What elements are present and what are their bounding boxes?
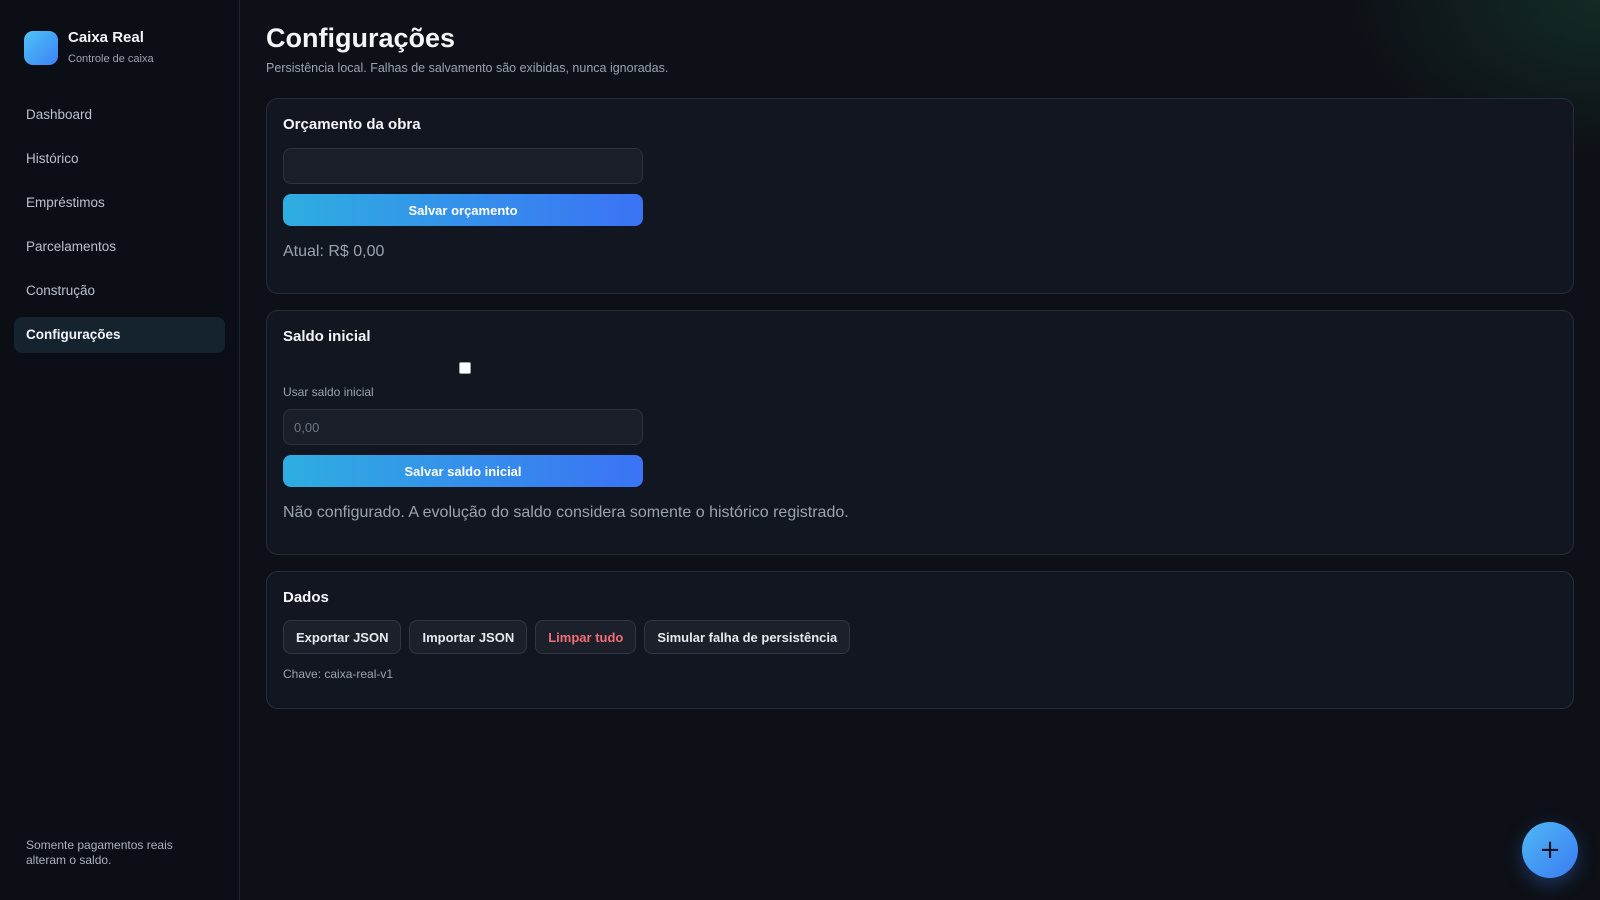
sidebar: Caixa Real Controle de caixa Dashboard H… [0, 0, 240, 900]
add-button[interactable]: + [1522, 822, 1578, 878]
app-root: Caixa Real Controle de caixa Dashboard H… [0, 0, 1600, 900]
initial-balance-input[interactable] [283, 409, 643, 445]
use-initial-balance-label: Usar saldo inicial [283, 385, 374, 399]
sidebar-item-historico[interactable]: Histórico [14, 141, 225, 177]
page-subtitle: Persistência local. Falhas de salvamento… [266, 61, 669, 75]
use-initial-balance-checkbox[interactable] [459, 362, 471, 374]
page-title: Configurações [266, 23, 456, 53]
initial-balance-card: Saldo inicial Usar saldo inicial Salvar … [266, 310, 1574, 555]
budget-card-title: Orçamento da obra [283, 116, 421, 133]
sidebar-item-emprestimos[interactable]: Empréstimos [14, 185, 225, 221]
sidebar-footer-note: Somente pagamentos reais alteram o saldo… [26, 838, 173, 867]
sidebar-item-parcelamentos[interactable]: Parcelamentos [14, 229, 225, 265]
plus-icon: + [1539, 835, 1561, 865]
budget-card: Orçamento da obra Salvar orçamento Atual… [266, 98, 1574, 294]
data-actions: Exportar JSON Importar JSON Limpar tudo … [283, 620, 1557, 654]
budget-input[interactable] [283, 148, 643, 184]
budget-current-value: Atual: R$ 0,00 [283, 243, 385, 260]
storage-key-label: Chave: caixa-real-v1 [283, 667, 394, 681]
sidebar-item-dashboard[interactable]: Dashboard [14, 97, 225, 133]
save-budget-button[interactable]: Salvar orçamento [283, 194, 643, 226]
sidebar-item-configuracoes[interactable]: Configurações [14, 317, 225, 353]
initial-balance-status: Não configurado. A evolução do saldo con… [283, 504, 849, 521]
sidebar-item-construcao[interactable]: Construção [14, 273, 225, 309]
brand-text: Caixa Real Controle de caixa [68, 28, 154, 67]
simulate-failure-button[interactable]: Simular falha de persistência [644, 620, 851, 654]
sidebar-nav: Dashboard Histórico Empréstimos Parcelam… [14, 97, 225, 361]
initial-balance-card-title: Saldo inicial [283, 328, 371, 345]
use-initial-balance-row [283, 362, 1557, 376]
save-initial-balance-button[interactable]: Salvar saldo inicial [283, 455, 643, 487]
brand-subtitle: Controle de caixa [68, 53, 154, 65]
brand: Caixa Real Controle de caixa [14, 28, 225, 67]
data-card-title: Dados [283, 589, 329, 606]
app-logo-icon [24, 30, 58, 65]
clear-all-button[interactable]: Limpar tudo [535, 620, 637, 654]
import-json-button[interactable]: Importar JSON [409, 620, 528, 654]
data-card: Dados Exportar JSON Importar JSON Limpar… [266, 571, 1574, 709]
export-json-button[interactable]: Exportar JSON [283, 620, 402, 654]
brand-title: Caixa Real [68, 29, 144, 46]
main-content: Configurações Persistência local. Falhas… [240, 0, 1600, 900]
